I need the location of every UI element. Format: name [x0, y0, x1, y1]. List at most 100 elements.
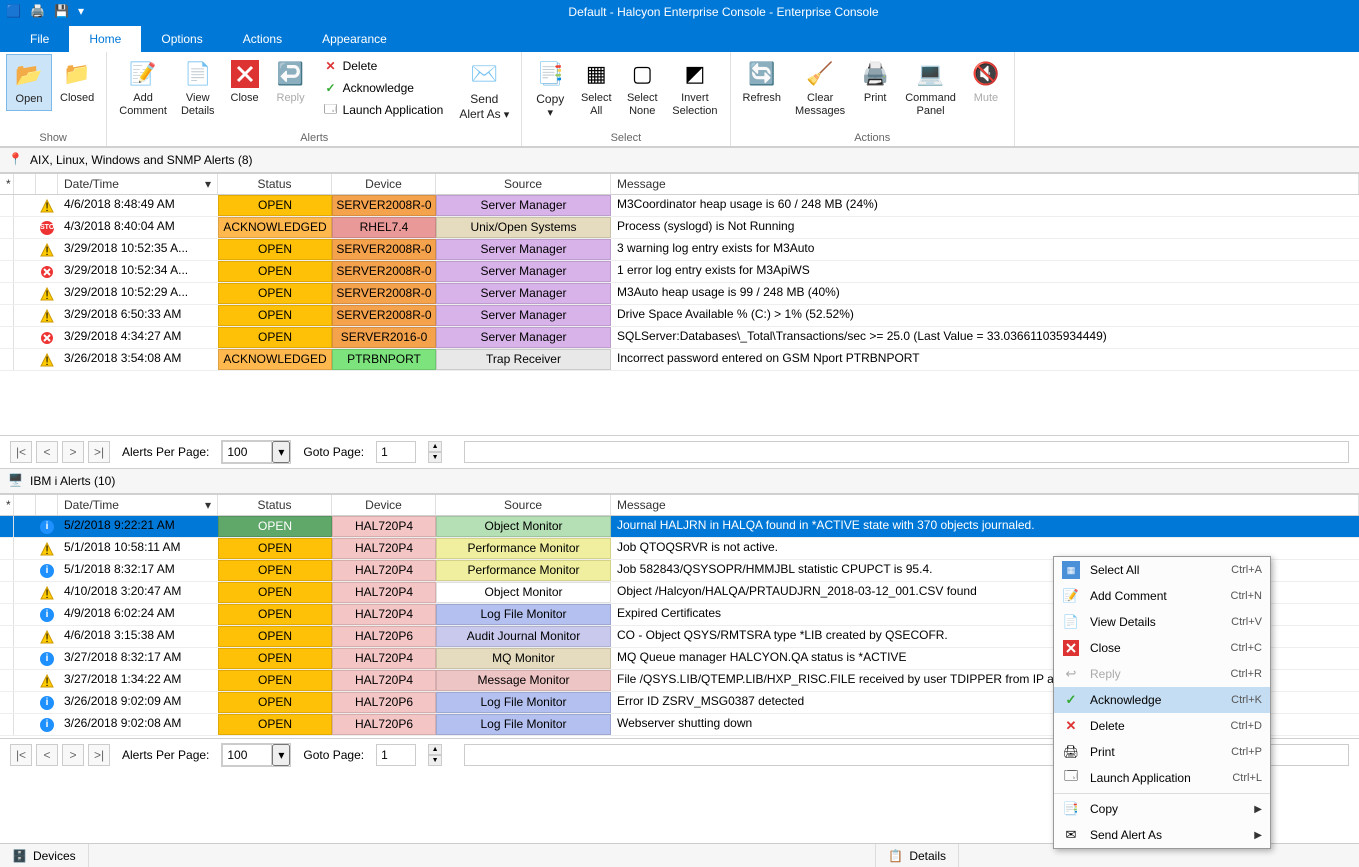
- pager-last[interactable]: >|: [88, 441, 110, 463]
- pager-next[interactable]: >: [62, 744, 84, 766]
- close-alert-button[interactable]: Close: [223, 54, 267, 109]
- col-device[interactable]: Device: [332, 174, 436, 194]
- cell-source: Server Manager: [436, 261, 611, 282]
- goto-up[interactable]: ▲: [428, 441, 442, 452]
- cm-launch-app[interactable]: 🗔Launch ApplicationCtrl+L: [1054, 765, 1270, 791]
- pager-next[interactable]: >: [62, 441, 84, 463]
- cm-acknowledge[interactable]: ✓AcknowledgeCtrl+K: [1054, 687, 1270, 713]
- alerts-per-page-input[interactable]: [222, 441, 272, 463]
- col-datetime[interactable]: Date/Time▾: [58, 174, 218, 194]
- tab-options[interactable]: Options: [141, 26, 222, 52]
- alerts-per-page-input[interactable]: [222, 744, 272, 766]
- details-tab[interactable]: 📋Details: [875, 844, 959, 867]
- save-icon[interactable]: 💾: [54, 4, 70, 20]
- delete-button[interactable]: ✕Delete: [319, 56, 448, 76]
- launch-app-button[interactable]: 🗔Launch Application: [319, 100, 448, 120]
- goto-page-input[interactable]: [376, 441, 416, 463]
- cell-datetime: 3/29/2018 4:34:27 AM: [58, 327, 218, 348]
- col-message[interactable]: Message: [611, 495, 1359, 515]
- devices-icon: 🗄️: [12, 849, 27, 863]
- cell-datetime: 3/29/2018 10:52:34 A...: [58, 261, 218, 282]
- app-dropdown[interactable]: ▾: [272, 744, 290, 766]
- tab-appearance[interactable]: Appearance: [302, 26, 407, 52]
- details-icon: 📄: [1062, 613, 1080, 631]
- dropdown-icon[interactable]: ▾: [78, 4, 94, 20]
- select-all-button[interactable]: ▦Select All: [574, 54, 618, 122]
- cm-select-all[interactable]: ▦Select AllCtrl+A: [1054, 557, 1270, 583]
- pager-first[interactable]: |<: [10, 744, 32, 766]
- col-status[interactable]: Status: [218, 495, 332, 515]
- col-source[interactable]: Source: [436, 174, 611, 194]
- cm-delete[interactable]: ✕DeleteCtrl+D: [1054, 713, 1270, 739]
- cm-view-details[interactable]: 📄View DetailsCtrl+V: [1054, 609, 1270, 635]
- cell-datetime: 4/9/2018 6:02:24 AM: [58, 604, 218, 625]
- cell-message: 3 warning log entry exists for M3Auto: [611, 239, 1359, 260]
- col-message[interactable]: Message: [611, 174, 1359, 194]
- search-box[interactable]: [464, 441, 1349, 463]
- cell-source: Object Monitor: [436, 516, 611, 537]
- clear-messages-button[interactable]: 🧹Clear Messages: [789, 54, 851, 122]
- copy-button[interactable]: 📑Copy▾: [528, 54, 572, 124]
- acknowledge-button[interactable]: ✓Acknowledge: [319, 78, 448, 98]
- add-comment-button[interactable]: 📝Add Comment: [113, 54, 173, 122]
- cell-datetime: 3/29/2018 10:52:35 A...: [58, 239, 218, 260]
- tab-home[interactable]: Home: [69, 26, 141, 52]
- mute-button[interactable]: 🔇Mute: [964, 54, 1008, 109]
- cm-copy[interactable]: 📑Copy▶: [1054, 796, 1270, 822]
- refresh-button[interactable]: 🔄Refresh: [737, 54, 788, 109]
- context-menu: ▦Select AllCtrl+A 📝Add CommentCtrl+N 📄Vi…: [1053, 556, 1271, 849]
- cell-source: Server Manager: [436, 239, 611, 260]
- show-open-button[interactable]: 📂Open: [6, 54, 52, 111]
- cm-send-alert-as[interactable]: ✉Send Alert As▶: [1054, 822, 1270, 848]
- goto-down[interactable]: ▼: [428, 755, 442, 766]
- cell-status: ACKNOWLEDGED: [218, 217, 332, 238]
- send-alert-as-button[interactable]: ✉️Send Alert As ▾: [453, 54, 515, 126]
- app-dropdown[interactable]: ▾: [272, 441, 290, 463]
- cell-source: Unix/Open Systems: [436, 217, 611, 238]
- col-status[interactable]: Status: [218, 174, 332, 194]
- goto-down[interactable]: ▼: [428, 452, 442, 463]
- pager-prev[interactable]: <: [36, 441, 58, 463]
- pager-first[interactable]: |<: [10, 441, 32, 463]
- tab-actions[interactable]: Actions: [223, 26, 302, 52]
- cm-close[interactable]: CloseCtrl+C: [1054, 635, 1270, 661]
- print-button[interactable]: 🖨️Print: [853, 54, 897, 109]
- view-details-button[interactable]: 📄View Details: [175, 54, 221, 122]
- alerts-per-page-label: Alerts Per Page:: [122, 748, 209, 762]
- pager-last[interactable]: >|: [88, 744, 110, 766]
- table-row[interactable]: 3/29/2018 4:34:27 AM OPEN SERVER2016-0 S…: [0, 327, 1359, 349]
- invert-selection-button[interactable]: ◩Invert Selection: [666, 54, 723, 122]
- print-icon[interactable]: 🖨️: [30, 4, 46, 20]
- panel2-title: IBM i Alerts (10): [30, 474, 115, 488]
- reply-icon: ↩: [1062, 665, 1080, 683]
- table-row[interactable]: ! 3/29/2018 10:52:35 A... OPEN SERVER200…: [0, 239, 1359, 261]
- grid-alerts1: * Date/Time▾ Status Device Source Messag…: [0, 173, 1359, 435]
- command-panel-button[interactable]: 💻Command Panel: [899, 54, 962, 122]
- cell-status: OPEN: [218, 648, 332, 669]
- details-icon: 📄: [182, 58, 214, 90]
- col-datetime[interactable]: Date/Time▾: [58, 495, 218, 515]
- devices-tab[interactable]: 🗄️Devices: [0, 844, 89, 867]
- table-row[interactable]: ! 4/6/2018 8:48:49 AM OPEN SERVER2008R-0…: [0, 195, 1359, 217]
- col-star[interactable]: *: [0, 174, 14, 194]
- pager-prev[interactable]: <: [36, 744, 58, 766]
- show-closed-button[interactable]: 📁Closed: [54, 54, 100, 109]
- col-source[interactable]: Source: [436, 495, 611, 515]
- warn-icon: !: [36, 349, 58, 370]
- cell-status: OPEN: [218, 670, 332, 691]
- table-row[interactable]: 3/29/2018 10:52:34 A... OPEN SERVER2008R…: [0, 261, 1359, 283]
- table-row[interactable]: ! 3/29/2018 10:52:29 A... OPEN SERVER200…: [0, 283, 1359, 305]
- table-row[interactable]: STOP 4/3/2018 8:40:04 AM ACKNOWLEDGED RH…: [0, 217, 1359, 239]
- tab-file[interactable]: File: [10, 26, 69, 52]
- col-star[interactable]: *: [0, 495, 14, 515]
- goto-up[interactable]: ▲: [428, 744, 442, 755]
- goto-page-input[interactable]: [376, 744, 416, 766]
- table-row[interactable]: ! 3/26/2018 3:54:08 AM ACKNOWLEDGED PTRB…: [0, 349, 1359, 371]
- cm-print[interactable]: 🖨PrintCtrl+P: [1054, 739, 1270, 765]
- cm-add-comment[interactable]: 📝Add CommentCtrl+N: [1054, 583, 1270, 609]
- table-row[interactable]: i 5/2/2018 9:22:21 AM OPEN HAL720P4 Obje…: [0, 516, 1359, 538]
- table-row[interactable]: ! 3/29/2018 6:50:33 AM OPEN SERVER2008R-…: [0, 305, 1359, 327]
- col-device[interactable]: Device: [332, 495, 436, 515]
- select-none-button[interactable]: ▢Select None: [620, 54, 664, 122]
- cell-status: OPEN: [218, 195, 332, 216]
